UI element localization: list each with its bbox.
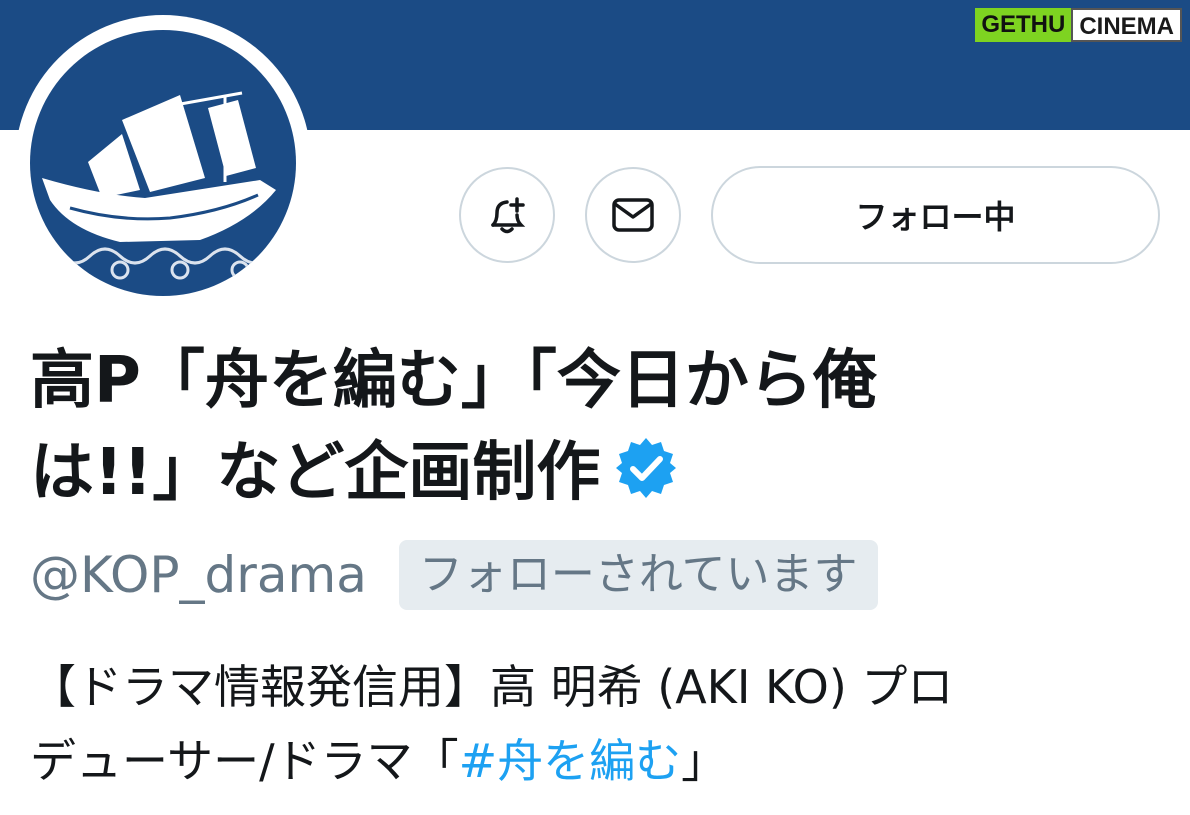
watermark-part2: CINEMA [1071, 8, 1182, 42]
bio-line2-prefix: デューサー/ドラマ「 [30, 734, 459, 788]
notification-button[interactable] [459, 167, 555, 263]
handle-row: @KOP_drama フォローされています [30, 540, 878, 610]
bio-line1: 【ドラマ情報発信用】高 明希 (AKI KO) プロ [30, 660, 954, 714]
bell-plus-icon [491, 197, 526, 234]
display-name-line2: は!!」など企画制作 [30, 436, 601, 510]
display-name-line1: 高P「舟を編む」「今日から俺 [30, 344, 877, 418]
avatar[interactable] [30, 30, 296, 296]
follows-you-badge: フォローされています [398, 540, 878, 610]
message-button[interactable] [585, 167, 681, 263]
bio-hashtag-link[interactable]: #舟を編む [459, 734, 682, 788]
watermark-logo: GETHU CINEMA [975, 8, 1182, 42]
display-name: 高P「舟を編む」「今日から俺 は!!」など企画制作 [30, 335, 1140, 525]
user-handle: @KOP_drama [30, 546, 367, 604]
mail-icon [612, 198, 654, 232]
profile-bio: 【ドラマ情報発信用】高 明希 (AKI KO) プロ デューサー/ドラマ「#舟を… [30, 650, 1160, 798]
bio-line2-suffix: 」 [681, 734, 728, 788]
verified-badge-icon [614, 433, 678, 525]
following-button[interactable]: フォロー中 [711, 166, 1160, 264]
watermark-part1: GETHU [975, 8, 1072, 42]
ship-icon [30, 91, 296, 280]
